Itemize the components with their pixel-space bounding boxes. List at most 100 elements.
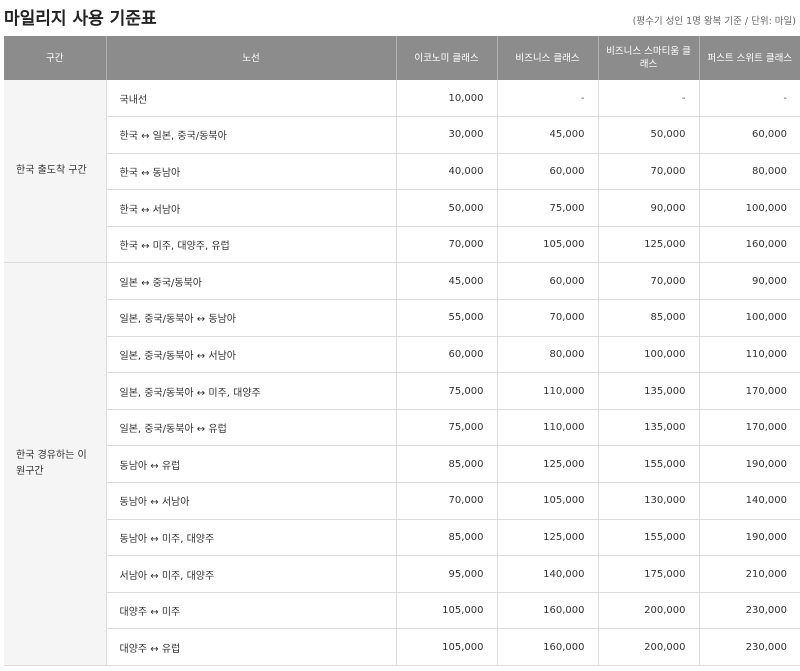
mileage-value-cell: 105,000: [496, 226, 598, 264]
mileage-value-cell: 110,000: [496, 372, 598, 410]
mileage-value-cell: 30,000: [395, 116, 497, 154]
table-row: 일본, 중국/동북아 ↔ 유럽 75,000 110,000 135,000 170,0…: [4, 409, 800, 447]
header-region: 구간: [4, 36, 106, 80]
route-cell: 일본, 중국/동북아 ↔ 동남아: [105, 299, 396, 337]
table-row: 한국 ↔ 서남아 50,000 75,000 90,000 100,000: [4, 189, 800, 227]
mileage-value-cell: 200,000: [597, 628, 699, 666]
mileage-value-cell: 10,000: [395, 80, 497, 118]
mileage-value-cell: 210,000: [698, 555, 800, 593]
mileage-value-cell: 130,000: [597, 482, 699, 520]
table-row: 일본, 중국/동북아 ↔ 미주, 대양주 75,000 110,000 135,000…: [4, 372, 800, 410]
mileage-value-cell: 230,000: [698, 592, 800, 630]
mileage-value-cell: 190,000: [698, 519, 800, 557]
table-body: 한국 출도착 구간 국내선 10,000- - - 한국 ↔ 일본, 중국/동북아 30,0…: [4, 80, 800, 666]
route-cell: 한국 ↔ 미주, 대양주, 유럽: [105, 226, 396, 264]
table-row: 일본, 중국/동북아 ↔ 동남아 55,000 70,000 85,000 100,00…: [4, 299, 800, 337]
route-cell: 동남아 ↔ 유럽: [105, 445, 396, 484]
mileage-value-cell: 60,000: [395, 336, 497, 374]
mileage-value-cell: 85,000: [395, 519, 497, 557]
route-cell: 일본, 중국/동북아 ↔ 유럽: [105, 409, 396, 447]
mileage-table: 구간 노선 이코노미 클래스 비즈니스 클래스 비즈니스 스마티움 클래스 퍼스…: [4, 36, 800, 666]
route-cell: 서남아 ↔ 미주, 대양주: [105, 555, 396, 593]
mileage-value-cell: 60,000: [698, 116, 800, 154]
mileage-value-cell: 50,000: [395, 189, 497, 227]
header-route: 노선: [105, 36, 396, 80]
mileage-value-cell: 105,000: [496, 482, 598, 520]
mileage-value-cell: 160,000: [698, 226, 800, 264]
route-cell: 한국 ↔ 서남아: [105, 189, 396, 227]
mileage-value-cell: 70,000: [395, 482, 497, 520]
table-row: 일본, 중국/동북아 ↔ 서남아 60,000 80,000 100,000 110,0…: [4, 336, 800, 374]
route-cell: 국내선: [105, 80, 396, 118]
mileage-value-cell: -: [496, 80, 598, 118]
mileage-value-cell: 45,000: [496, 116, 598, 154]
mileage-value-cell: 85,000: [597, 299, 699, 337]
mileage-value-cell: 100,000: [698, 189, 800, 227]
region-cell: 한국 출도착 구간: [4, 80, 106, 264]
page-title: 마일리지 사용 기준표: [4, 9, 157, 29]
route-cell: 동남아 ↔ 서남아: [105, 482, 396, 520]
mileage-value-cell: 100,000: [698, 299, 800, 337]
mileage-value-cell: 100,000: [597, 336, 699, 374]
mileage-value-cell: 135,000: [597, 372, 699, 410]
mileage-value-cell: 90,000: [698, 262, 800, 301]
mileage-value-cell: 80,000: [698, 153, 800, 191]
mileage-value-cell: 125,000: [597, 226, 699, 264]
mileage-value-cell: 85,000: [395, 445, 497, 484]
route-cell: 일본, 중국/동북아 ↔ 서남아: [105, 336, 396, 374]
mileage-value-cell: -: [698, 80, 800, 118]
mileage-value-cell: 75,000: [496, 189, 598, 227]
mileage-value-cell: 125,000: [496, 445, 598, 484]
route-cell: 대양주 ↔ 유럽: [105, 628, 396, 666]
mileage-value-cell: 75,000: [395, 409, 497, 447]
header-business-smartium: 비즈니스 스마티움 클래스: [597, 36, 699, 80]
mileage-value-cell: 70,000: [496, 299, 598, 337]
table-row: 한국 ↔ 일본, 중국/동북아 30,000 45,000 50,000 60,000: [4, 116, 800, 154]
mileage-value-cell: 95,000: [395, 555, 497, 593]
mileage-value-cell: 160,000: [496, 592, 598, 630]
mileage-value-cell: 170,000: [698, 409, 800, 447]
route-cell: 대양주 ↔ 미주: [105, 592, 396, 630]
mileage-value-cell: 230,000: [698, 628, 800, 666]
table-row: 한국 ↔ 동남아 40,000 60,000 70,000 80,000: [4, 153, 800, 191]
mileage-value-cell: -: [597, 80, 699, 118]
table-row: 한국 출도착 구간 국내선 10,000- - -: [4, 80, 800, 264]
mileage-value-cell: 140,000: [496, 555, 598, 593]
mileage-value-cell: 200,000: [597, 592, 699, 630]
mileage-value-cell: 55,000: [395, 299, 497, 337]
table-row: 대양주 ↔ 미주 105,000 160,000 200,000 230,000: [4, 592, 800, 630]
mileage-value-cell: 110,000: [698, 336, 800, 374]
mileage-value-cell: 140,000: [698, 482, 800, 520]
title-row: 마일리지 사용 기준표 (평수기 성인 1명 왕복 기준 / 단위: 마일): [0, 0, 800, 36]
route-cell: 일본, 중국/동북아 ↔ 미주, 대양주: [105, 372, 396, 410]
mileage-value-cell: 110,000: [496, 409, 598, 447]
route-cell: 동남아 ↔ 미주, 대양주: [105, 519, 396, 557]
mileage-value-cell: 50,000: [597, 116, 699, 154]
mileage-value-cell: 105,000: [395, 592, 497, 630]
route-cell: 일본 ↔ 중국/동북아: [105, 262, 396, 301]
mileage-value-cell: 75,000: [395, 372, 497, 410]
mileage-value-cell: 80,000: [496, 336, 598, 374]
region-cell: 한국 경유하는 이원구간: [4, 262, 106, 666]
mileage-value-cell: 60,000: [496, 262, 598, 301]
mileage-value-cell: 70,000: [597, 262, 699, 301]
mileage-value-cell: 155,000: [597, 445, 699, 484]
table-row: 한국 경유하는 이원구간 일본 ↔ 중국/동북아 45,000 60,000 70,00…: [4, 262, 800, 666]
mileage-value-cell: 60,000: [496, 153, 598, 191]
table-row: 동남아 ↔ 유럽 85,000 125,000 155,000 190,000: [4, 445, 800, 484]
table-row: 동남아 ↔ 서남아 70,000 105,000 130,000 140,000: [4, 482, 800, 520]
table-row: 서남아 ↔ 미주, 대양주 95,000 140,000 175,000 210,000: [4, 555, 800, 593]
mileage-value-cell: 155,000: [597, 519, 699, 557]
mileage-value-cell: 40,000: [395, 153, 497, 191]
mileage-value-cell: 45,000: [395, 262, 497, 301]
mileage-value-cell: 175,000: [597, 555, 699, 593]
table-header-row: 구간 노선 이코노미 클래스 비즈니스 클래스 비즈니스 스마티움 클래스 퍼스…: [4, 36, 800, 80]
mileage-value-cell: 170,000: [698, 372, 800, 410]
header-first-suite: 퍼스트 스위트 클래스: [698, 36, 800, 80]
mileage-value-cell: 160,000: [496, 628, 598, 666]
mileage-value-cell: 190,000: [698, 445, 800, 484]
mileage-value-cell: 90,000: [597, 189, 699, 227]
mileage-value-cell: 70,000: [597, 153, 699, 191]
table-row: 대양주 ↔ 유럽 105,000 160,000 200,000 230,000: [4, 628, 800, 666]
mileage-value-cell: 105,000: [395, 628, 497, 666]
